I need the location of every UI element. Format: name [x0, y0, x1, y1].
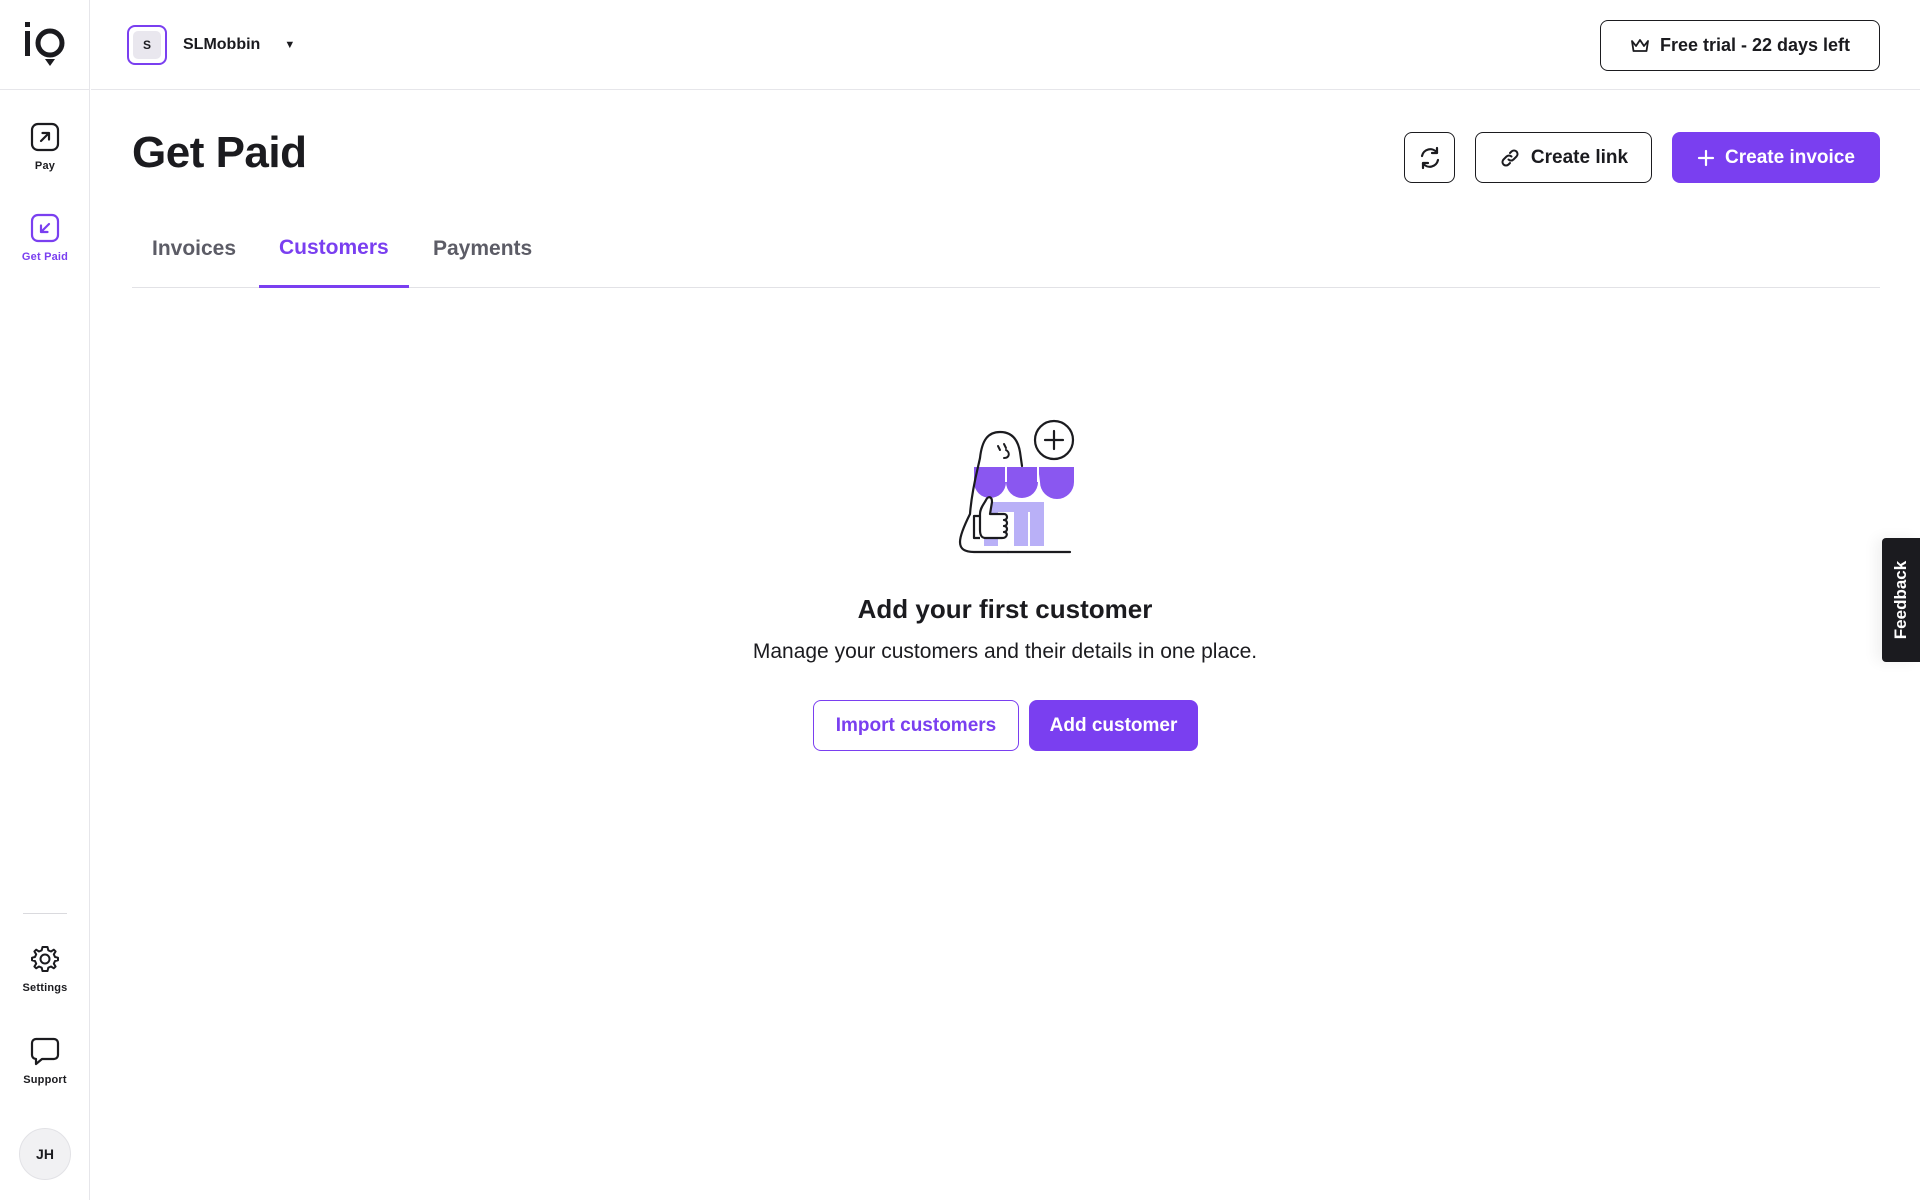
add-customer-button[interactable]: Add customer: [1029, 700, 1198, 751]
org-name: SLMobbin: [183, 36, 261, 53]
org-badge: S: [127, 25, 167, 65]
free-trial-label: Free trial - 22 days left: [1659, 35, 1851, 55]
tab-invoices[interactable]: Invoices: [132, 222, 256, 288]
arrow-down-left-icon: [30, 213, 60, 243]
io-logo-icon: [25, 22, 65, 66]
sidebar-item-settings[interactable]: Settings: [0, 944, 90, 1014]
gear-icon: [30, 944, 60, 974]
app-root: Pay Get Paid Settings Support JH S SLMob…: [0, 0, 1920, 1200]
sidebar-item-label: Support: [23, 1074, 67, 1086]
sidebar-item-label: Pay: [34, 160, 56, 172]
caret-down-icon: ▼: [284, 39, 296, 51]
org-initial: S: [133, 31, 161, 59]
empty-state-title: Add your first customer: [857, 594, 1153, 624]
customer-storefront-illustration: [958, 419, 1075, 554]
org-switcher[interactable]: S SLMobbin ▼: [127, 25, 295, 65]
chat-bubble-icon: [30, 1036, 60, 1066]
tab-customers[interactable]: Customers: [259, 222, 409, 288]
link-icon: [1501, 148, 1519, 167]
feedback-label: Feedback: [1891, 560, 1910, 640]
import-customers-button[interactable]: Import customers: [813, 700, 1019, 751]
sidebar-item-label: Get Paid: [21, 251, 69, 263]
tab-bar: Invoices Customers Payments: [132, 222, 1880, 288]
refresh-button[interactable]: [1404, 132, 1455, 183]
sidebar-item-pay[interactable]: Pay: [0, 122, 90, 192]
create-link-button[interactable]: Create link: [1475, 132, 1652, 183]
feedback-tab[interactable]: Feedback: [1882, 538, 1920, 662]
sidebar-item-get-paid[interactable]: Get Paid: [0, 213, 90, 283]
tab-payments[interactable]: Payments: [413, 222, 552, 288]
empty-state-subtitle: Manage your customers and their details …: [752, 640, 1258, 663]
create-invoice-button[interactable]: Create invoice: [1672, 132, 1880, 183]
page-title: Get Paid: [132, 128, 307, 177]
arrow-up-right-icon: [30, 122, 60, 152]
sidebar-item-support[interactable]: Support: [0, 1036, 90, 1106]
refresh-icon: [1420, 146, 1439, 169]
sidebar-divider: [23, 913, 67, 914]
crown-icon: [1631, 38, 1649, 52]
logo[interactable]: [0, 0, 90, 90]
plus-icon: [1697, 149, 1715, 166]
free-trial-button[interactable]: Free trial - 22 days left: [1600, 20, 1880, 71]
create-invoice-label: Create invoice: [1725, 146, 1855, 168]
avatar[interactable]: JH: [19, 1128, 71, 1180]
sidebar-item-label: Settings: [22, 982, 68, 994]
create-link-label: Create link: [1530, 146, 1629, 168]
topbar: S SLMobbin ▼ Free trial - 22 days left: [91, 0, 1920, 90]
